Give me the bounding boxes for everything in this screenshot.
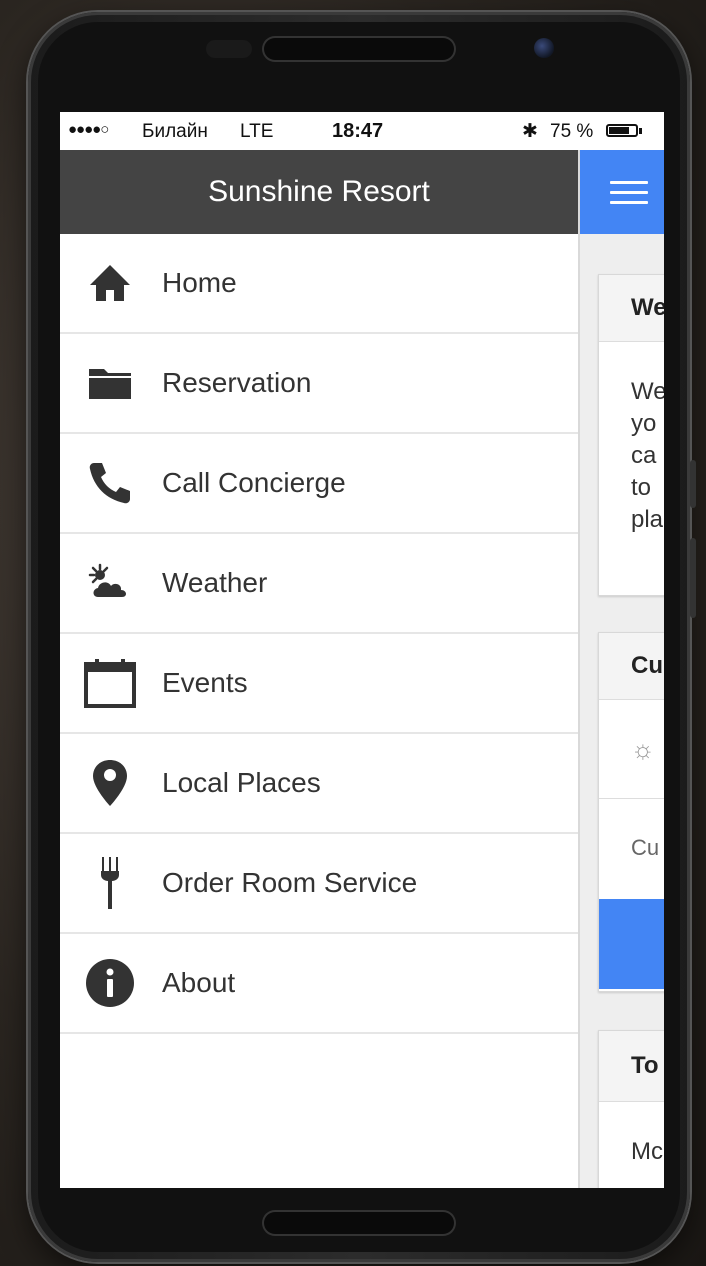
bottom-speaker <box>264 1212 454 1234</box>
menu-item-home[interactable]: Home <box>60 234 578 334</box>
bluetooth-icon: ✱ <box>522 121 538 142</box>
card-title: Cu <box>599 633 664 700</box>
drawer-header: Sunshine Resort <box>60 150 578 234</box>
card-body: Mc <box>631 1138 663 1165</box>
menu-item-label: Local Places <box>162 767 321 798</box>
card-row-text: Cu <box>631 835 660 860</box>
card-row: ☼ <box>599 700 664 799</box>
current-weather-card: Cu ☼ Cu <box>598 632 664 992</box>
menu-item-label: Order Room Service <box>162 867 418 898</box>
map-pin-icon <box>82 755 138 811</box>
main-header <box>580 150 664 234</box>
menu-item-order-room-service[interactable]: Order Room Service <box>60 834 578 934</box>
main-content: We We yo ca to pla Cu ☼ Cu To Mc <box>580 150 664 1188</box>
menu-item-call-concierge[interactable]: Call Concierge <box>60 434 578 534</box>
card-title: To <box>599 1031 664 1102</box>
folder-icon <box>82 355 138 411</box>
status-bar: ●●●●○ Билайн LTE 18:47 ✱ 75 % <box>60 112 664 150</box>
signal-strength: ●●●●○ <box>68 121 109 138</box>
menu-item-local-places[interactable]: Local Places <box>60 734 578 834</box>
earpiece-speaker <box>264 38 454 60</box>
fork-icon <box>82 855 138 911</box>
menu-item-about[interactable]: About <box>60 934 578 1034</box>
battery-icon <box>606 124 638 137</box>
menu-item-label: About <box>162 967 236 998</box>
menu-item-events[interactable]: Events <box>60 634 578 734</box>
network-type: LTE <box>240 121 274 142</box>
menu-item-label: Reservation <box>162 367 312 398</box>
sun-icon: ☼ <box>631 734 655 764</box>
home-icon <box>82 255 138 311</box>
battery-tip <box>639 128 642 134</box>
hamburger-menu-icon[interactable] <box>610 174 648 211</box>
menu-item-label: Call Concierge <box>162 467 346 498</box>
carrier-name: Билайн <box>142 121 208 142</box>
battery-percent: 75 % <box>550 121 594 142</box>
card-body: We yo ca to pla <box>631 378 664 533</box>
navigation-drawer: Sunshine Resort Home Reservation Call Co… <box>60 150 580 1188</box>
menu-item-weather[interactable]: Weather <box>60 534 578 634</box>
menu-item-label: Events <box>162 667 248 698</box>
menu-item-label: Weather <box>162 567 268 598</box>
welcome-card: We We yo ca to pla <box>598 274 664 596</box>
proximity-sensor <box>206 40 252 58</box>
screen: ●●●●○ Билайн LTE 18:47 ✱ 75 % Sunshine R… <box>60 112 664 1188</box>
card-title: We <box>599 275 664 342</box>
front-camera <box>534 38 554 58</box>
info-icon <box>82 955 138 1011</box>
phone-icon <box>82 455 138 511</box>
clock: 18:47 <box>332 120 384 142</box>
app-title: Sunshine Resort <box>208 175 430 208</box>
power-button <box>690 538 696 618</box>
calendar-icon <box>82 655 138 711</box>
weather-icon <box>82 555 138 611</box>
menu-item-label: Home <box>162 267 237 298</box>
card-row: Cu <box>599 799 664 899</box>
menu-item-reservation[interactable]: Reservation <box>60 334 578 434</box>
card-action-button[interactable] <box>599 899 664 989</box>
today-card: To Mc <box>598 1030 664 1188</box>
volume-button <box>690 460 696 508</box>
